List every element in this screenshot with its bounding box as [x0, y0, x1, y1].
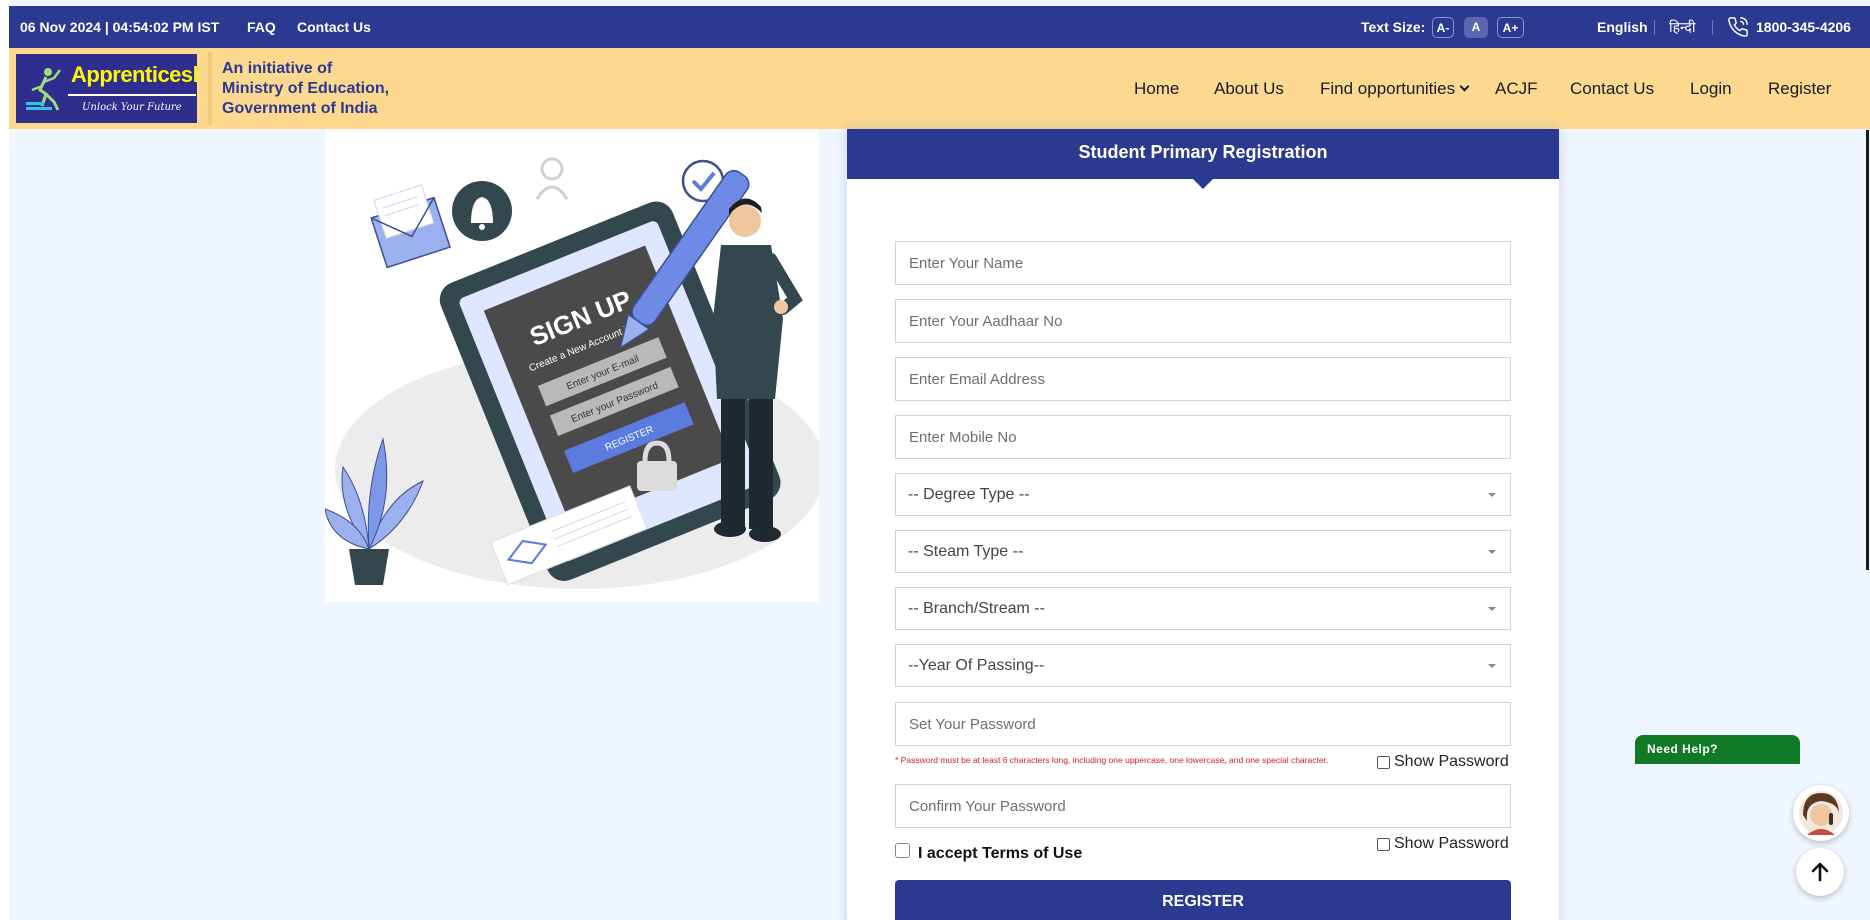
name-input[interactable] — [895, 241, 1511, 285]
register-button[interactable]: REGISTER — [895, 880, 1511, 920]
text-size-label: Text Size: — [1361, 19, 1426, 35]
initiative-line: An initiative of — [222, 60, 333, 77]
datetime: 06 Nov 2024 | 04:54:02 PM IST — [20, 19, 220, 35]
header-divider — [208, 52, 212, 125]
nav-contact-us[interactable]: Contact Us — [1570, 48, 1654, 129]
phone-icon — [1727, 16, 1749, 38]
arrow-up-icon — [1811, 862, 1829, 882]
faq-link[interactable]: FAQ — [247, 6, 276, 48]
degree-type-value: -- Degree Type -- — [908, 486, 1030, 503]
divider — [1712, 20, 1713, 35]
branch-stream-select[interactable]: -- Branch/Stream -- — [895, 587, 1511, 630]
logo-title: Apprenticeship — [71, 62, 197, 87]
logo-divider — [68, 94, 196, 96]
apprenticeship-logo[interactable]: Apprenticeship Unlock Your Future — [14, 52, 199, 125]
logo-tagline: Unlock Your Future — [82, 102, 182, 113]
lang-english[interactable]: English — [1597, 6, 1648, 48]
initiative-line: Government of India — [222, 100, 378, 117]
show-password-label: Show Password — [1394, 753, 1509, 770]
chevron-down-icon — [1459, 81, 1470, 92]
text-size-increase-button[interactable]: A+ — [1497, 17, 1524, 38]
lang-hindi[interactable]: हिन्दी — [1669, 6, 1695, 48]
title-pointer — [1193, 179, 1213, 189]
top-bar: 06 Nov 2024 | 04:54:02 PM IST FAQ Contac… — [9, 6, 1870, 48]
logo-figure-icon — [26, 68, 61, 111]
mobile-input[interactable] — [895, 415, 1511, 459]
show-password-toggle[interactable]: Show Password — [1377, 753, 1509, 771]
text-size-normal-button[interactable]: A — [1464, 17, 1488, 38]
degree-type-select[interactable]: -- Degree Type -- — [895, 473, 1511, 516]
password-input[interactable] — [895, 702, 1511, 746]
text-size-decrease-button[interactable]: A- — [1432, 17, 1454, 38]
confirm-password-input[interactable] — [895, 784, 1511, 828]
show-confirm-password-toggle[interactable]: Show Password — [1377, 835, 1509, 853]
email-input[interactable] — [895, 357, 1511, 401]
nav-about-us[interactable]: About Us — [1214, 48, 1284, 129]
scroll-to-top-button[interactable] — [1796, 848, 1844, 896]
site-header: Apprenticeship Unlock Your Future An ini… — [9, 48, 1870, 129]
divider — [1654, 20, 1655, 35]
steam-type-select[interactable]: -- Steam Type -- — [895, 530, 1511, 573]
year-of-passing-select[interactable]: --Year Of Passing-- — [895, 644, 1511, 687]
caret-down-icon — [1488, 493, 1496, 497]
nav-find-opportunities[interactable]: Find opportunities — [1320, 48, 1470, 129]
terms-label[interactable]: I accept Terms of Use — [918, 845, 1082, 863]
terms-checkbox[interactable] — [895, 843, 910, 858]
page: { "topbar": { "datetime": "06 Nov 2024 |… — [0, 0, 1870, 920]
steam-type-value: -- Steam Type -- — [908, 543, 1024, 560]
form-title: Student Primary Registration — [847, 129, 1559, 179]
assistant-avatar[interactable] — [1793, 785, 1849, 841]
ministry-initiative: An initiative of Ministry of Education, … — [222, 59, 389, 119]
caret-down-icon — [1488, 664, 1496, 668]
nav-acjf[interactable]: ACJF — [1495, 48, 1538, 129]
show-password-label: Show Password — [1394, 835, 1509, 852]
nav-find-label: Find opportunities — [1320, 79, 1456, 98]
show-confirm-password-checkbox[interactable] — [1377, 837, 1390, 851]
caret-down-icon — [1488, 550, 1496, 554]
helpline-number[interactable]: 1800-345-4206 — [1756, 6, 1851, 48]
nav-register[interactable]: Register — [1768, 48, 1831, 129]
nav-home[interactable]: Home — [1134, 48, 1179, 129]
registration-card: Student Primary Registration -- Degree T… — [847, 129, 1559, 920]
branch-stream-value: -- Branch/Stream -- — [908, 600, 1045, 617]
password-rule-note: * Password must be at least 6 characters… — [895, 755, 1329, 765]
scrollbar-edge — [1866, 130, 1869, 570]
show-password-checkbox[interactable] — [1377, 755, 1390, 769]
signup-illustration: SIGN UP Create a New Account is Free Ent… — [324, 129, 825, 602]
caret-down-icon — [1488, 607, 1496, 611]
aadhaar-input[interactable] — [895, 299, 1511, 343]
year-of-passing-value: --Year Of Passing-- — [908, 657, 1045, 674]
need-help-button[interactable]: Need Help? — [1635, 735, 1800, 764]
top-contact-link[interactable]: Contact Us — [297, 6, 371, 48]
nav-login[interactable]: Login — [1690, 48, 1732, 129]
initiative-line: Ministry of Education, — [222, 80, 390, 97]
